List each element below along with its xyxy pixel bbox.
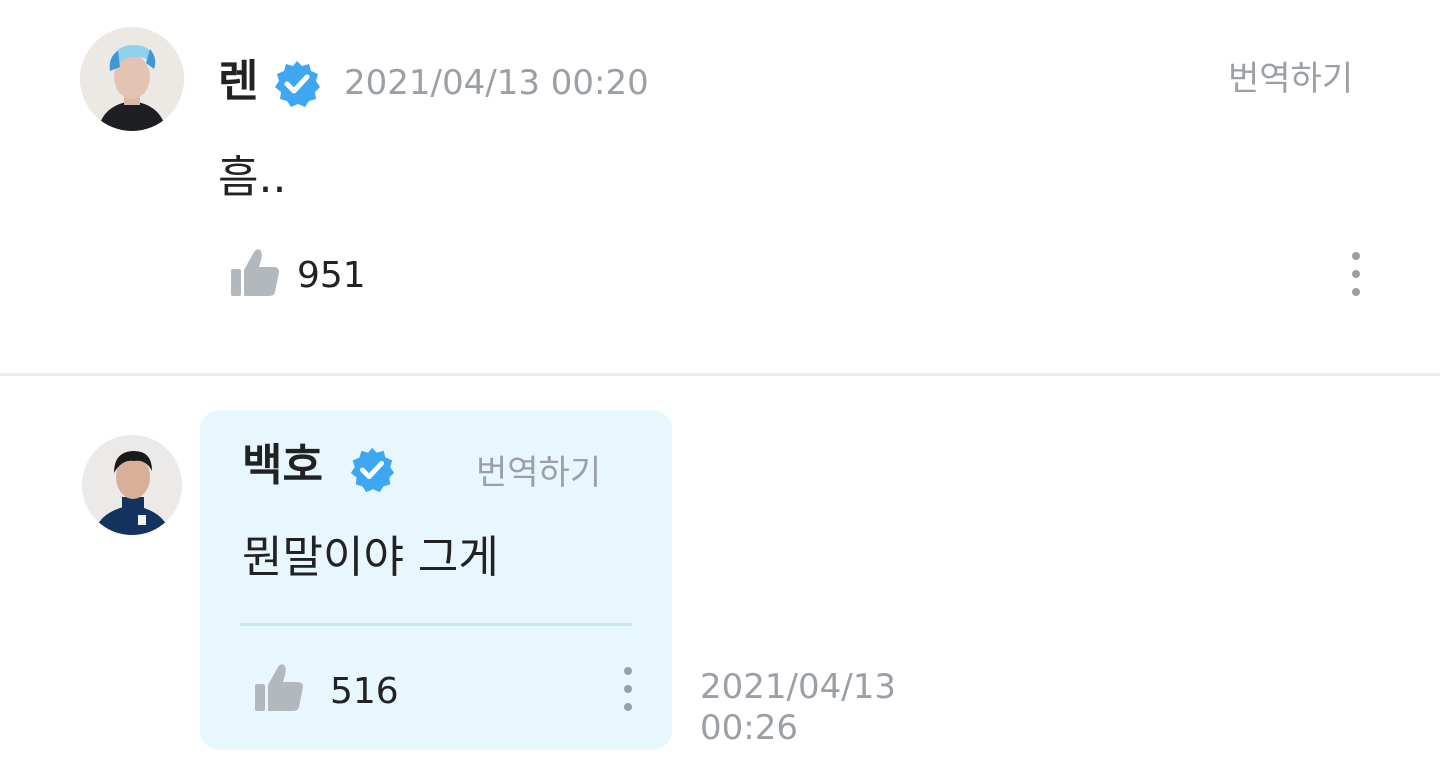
translate-button[interactable]: 번역하기 <box>1228 62 1353 96</box>
post-timestamp: 2021/04/13 00:20 <box>344 63 649 103</box>
translate-button[interactable]: 번역하기 <box>476 456 601 490</box>
like-count: 951 <box>297 255 366 296</box>
more-vertical-icon[interactable] <box>1348 250 1364 298</box>
reply-text: 뭔말이야 그게 <box>242 532 499 583</box>
avatar[interactable] <box>82 435 182 535</box>
post-text: 흠.. <box>218 152 287 203</box>
verified-badge-icon <box>350 447 395 493</box>
thumbs-up-icon[interactable] <box>252 663 306 713</box>
reply-time: 00:26 <box>700 708 798 748</box>
verified-badge-icon <box>275 61 320 107</box>
divider <box>240 623 632 626</box>
thumbs-up-icon[interactable] <box>228 248 282 298</box>
like-count: 516 <box>330 671 399 712</box>
reply-date: 2021/04/13 <box>700 667 896 707</box>
author-name[interactable]: 백호 <box>242 444 323 488</box>
author-name[interactable]: 렌 <box>218 60 258 104</box>
more-vertical-icon[interactable] <box>620 665 636 713</box>
divider <box>0 373 1440 376</box>
avatar[interactable] <box>80 27 184 131</box>
